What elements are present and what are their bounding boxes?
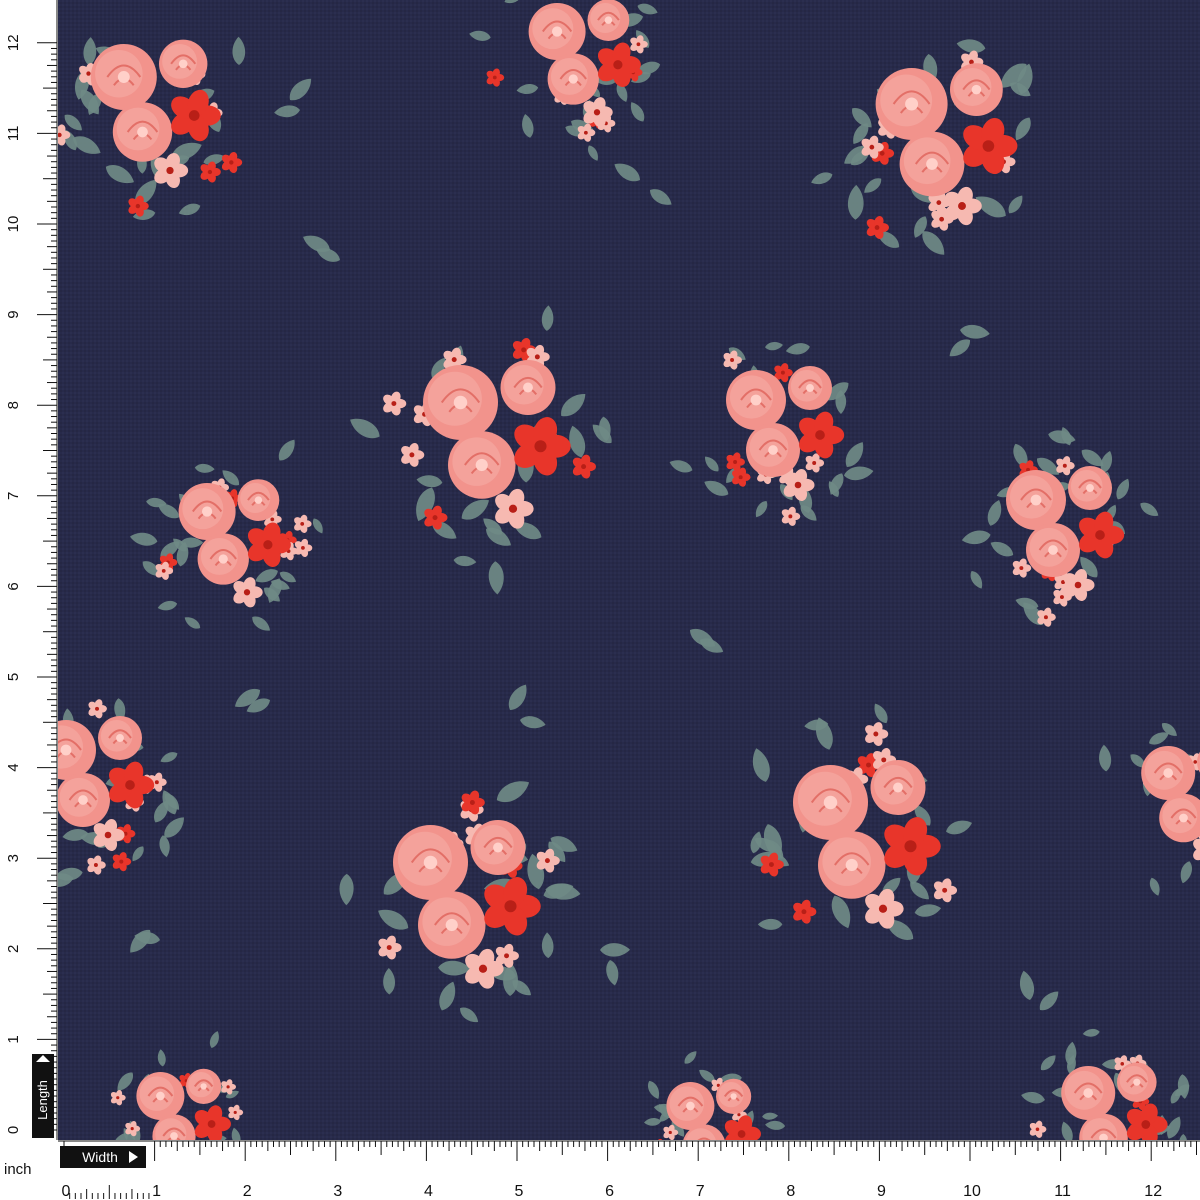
width-number: 5 — [515, 1183, 524, 1200]
width-label-box: Width — [60, 1146, 146, 1168]
length-number: 10 — [5, 216, 22, 233]
width-number: 11 — [1054, 1183, 1071, 1200]
length-number: 8 — [5, 401, 22, 409]
width-number: 0 — [62, 1183, 71, 1200]
length-label: Length — [35, 1080, 50, 1120]
length-number: 9 — [5, 310, 22, 318]
width-number: 2 — [243, 1183, 252, 1200]
width-number: 6 — [605, 1183, 614, 1200]
length-label-box: Length — [32, 1054, 54, 1138]
length-ruler: 0123456789101112 Length — [0, 0, 58, 1140]
unit-label: inch — [4, 1161, 32, 1178]
length-number: 0 — [5, 1126, 22, 1134]
width-number: 4 — [424, 1183, 433, 1200]
width-label: Width — [82, 1149, 118, 1165]
length-number: 2 — [5, 945, 22, 953]
length-number: 3 — [5, 854, 22, 862]
length-number: 11 — [5, 126, 22, 142]
length-number: 7 — [5, 492, 22, 500]
width-number: 3 — [333, 1183, 342, 1200]
width-number: 1 — [152, 1183, 161, 1200]
width-ruler: 0 1 2 3 4 5 6 7 8 9 10 11 12 inch Width — [0, 1140, 1200, 1200]
width-number: 8 — [786, 1183, 795, 1200]
length-number: 12 — [5, 34, 22, 51]
length-number: 4 — [5, 763, 22, 771]
width-number: 12 — [1144, 1183, 1162, 1200]
width-number: 7 — [696, 1183, 705, 1200]
floral-fabric-print — [58, 0, 1200, 1140]
fabric-swatch-photo: 0 1 2 3 4 5 6 7 8 9 10 11 12 Length 0 1 2 3 4 5 6 7 8 9 10 11 12… — [0, 0, 1200, 1200]
length-number: 6 — [5, 582, 22, 590]
length-number: 5 — [5, 673, 22, 681]
width-number: 9 — [877, 1183, 886, 1200]
width-number: 10 — [963, 1183, 981, 1200]
length-number: 1 — [5, 1035, 22, 1043]
